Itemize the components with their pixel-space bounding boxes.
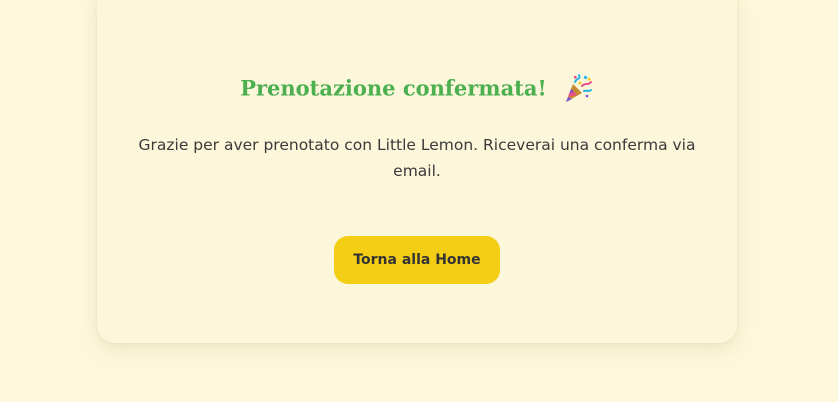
page-title: Prenotazione confermata! bbox=[240, 75, 547, 101]
confirmation-message: Grazie per aver prenotato con Little Lem… bbox=[138, 136, 696, 180]
confirmation-card: Prenotazione confermata! Grazie per aver… bbox=[97, 0, 737, 343]
party-popper-icon bbox=[560, 72, 594, 106]
title-row: Prenotazione confermata! bbox=[97, 70, 737, 106]
back-to-home-button[interactable]: Torna alla Home bbox=[334, 236, 500, 284]
